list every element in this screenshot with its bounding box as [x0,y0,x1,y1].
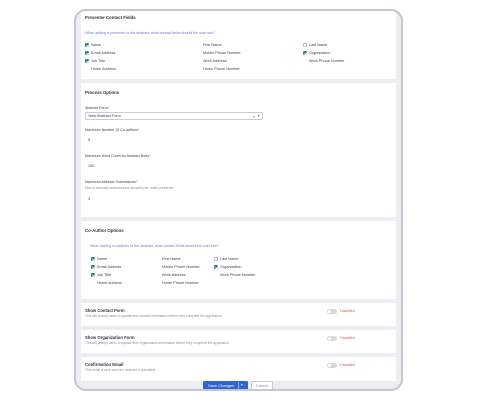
presenter-home-address-label: Home Address [91,66,116,71]
coauthor-name-checkbox[interactable] [91,257,95,261]
presenter-name-label: Name [91,42,102,47]
show-organization-form-subtitle: This will prompt users to update their o… [85,341,230,345]
chevron-down-icon[interactable]: ▾ [258,113,260,120]
abstract-form-select[interactable]: New Abstract Form × ▾ [85,112,263,120]
coauthor-name-label: Name [97,256,108,261]
show-contact-form-toggle[interactable] [327,309,337,314]
confirmation-email-toggle[interactable] [327,363,337,368]
abstract-form-label: Abstract Form* [85,106,109,110]
settings-panel: Presenter Contact Fields When adding a p… [74,9,403,391]
coauthor-first-name-label: First Name [162,256,181,261]
max-submissions-input[interactable]: 3 [88,197,90,201]
coauthor-options-hint: When adding co-authors to the abstract, … [90,244,219,248]
coauthor-organization-label: Organization [220,264,242,269]
presenter-work-phone-number-label: Work Phone Number [309,58,345,63]
coauthor-email-address-label: Email Address [97,264,122,269]
confirmation-email-subtitle: This email is sent once the abstract is … [85,368,157,372]
max-word-count-input[interactable]: 100 [88,164,94,168]
confirmation-email-title: Confirmation Email [85,362,124,367]
coauthor-options-title: Co-Author Options [85,228,124,233]
coauthor-job-title-label: Job Title [97,272,112,277]
show-contact-form-subtitle: This will prompt users to update their c… [85,314,223,318]
save-button-divider [238,382,239,389]
max-coauthors-label: Maximum Number Of Co-authors* [85,128,140,132]
show-organization-form-row: Show Organization Form This will prompt … [81,330,396,353]
coauthor-email-address-checkbox[interactable] [91,265,95,269]
process-options-title: Process Options [85,90,120,95]
show-contact-form-state: Disabled [340,309,355,313]
presenter-email-address-label: Email Address [91,50,116,55]
presenter-contact-card: Presenter Contact Fields When adding a p… [81,11,396,79]
process-options-card: Process Options Abstract Form* New Abstr… [81,83,396,217]
show-organization-form-state: Disabled [340,336,355,340]
presenter-email-address-checkbox[interactable] [85,51,89,55]
presenter-job-title-label: Job Title [91,58,106,63]
coauthor-last-name-checkbox[interactable] [214,257,218,261]
presenter-contact-hint: When adding a presenter to the abstract,… [85,31,216,35]
max-submissions-label: Maximum Abstract Submissions* [85,180,138,184]
presenter-organization-label: Organization [309,50,331,55]
presenter-name-checkbox[interactable] [85,43,89,47]
coauthor-job-title-checkbox[interactable] [91,273,95,277]
coauthor-work-phone-number-label: Work Phone Number [220,272,256,277]
abstract-form-value: New Abstract Form [88,114,121,118]
presenter-last-name-checkbox[interactable] [303,43,307,47]
coauthor-mobile-phone-number-label: Mobile Phone Number [162,264,200,269]
presenter-home-phone-number-label: Home Phone Number [203,66,240,71]
coauthor-options-card: Co-Author Options When adding co-authors… [81,221,396,299]
show-organization-form-title: Show Organization Form [85,335,135,340]
save-changes-button[interactable]: Save Changes ▾ [203,381,248,389]
show-organization-form-toggle[interactable] [327,336,337,341]
presenter-organization-checkbox[interactable] [303,51,307,55]
presenter-contact-title: Presenter Contact Fields [85,15,136,20]
cancel-button[interactable]: Cancel [251,381,273,389]
show-contact-form-title: Show Contact Form [85,308,125,313]
presenter-job-title-checkbox[interactable] [85,59,89,63]
confirmation-email-row: Confirmation Email This email is sent on… [81,357,396,381]
save-changes-label: Save Changes [208,383,235,389]
show-contact-form-row: Show Contact Form This will prompt users… [81,303,396,326]
max-coauthors-input[interactable]: 5 [88,138,90,142]
clear-icon[interactable]: × [253,113,255,120]
presenter-last-name-label: Last Name [309,42,328,47]
presenter-first-name-label: First Name [203,42,222,47]
coauthor-work-address-label: Work Address [162,272,186,277]
chevron-down-icon[interactable]: ▾ [241,383,243,387]
presenter-work-address-label: Work Address [203,58,227,63]
max-word-count-label: Maximum Word Count for Abstract Body* [85,154,151,158]
presenter-mobile-phone-number-label: Mobile Phone Number [203,50,241,55]
max-submissions-hint: Max # abstract submissions allowed per m… [85,186,174,190]
coauthor-home-address-label: Home Address [97,280,122,285]
coauthor-home-phone-number-label: Home Phone Number [162,280,199,285]
coauthor-last-name-label: Last Name [220,256,239,261]
confirmation-email-state: Disabled [340,363,355,367]
coauthor-organization-checkbox[interactable] [214,265,218,269]
